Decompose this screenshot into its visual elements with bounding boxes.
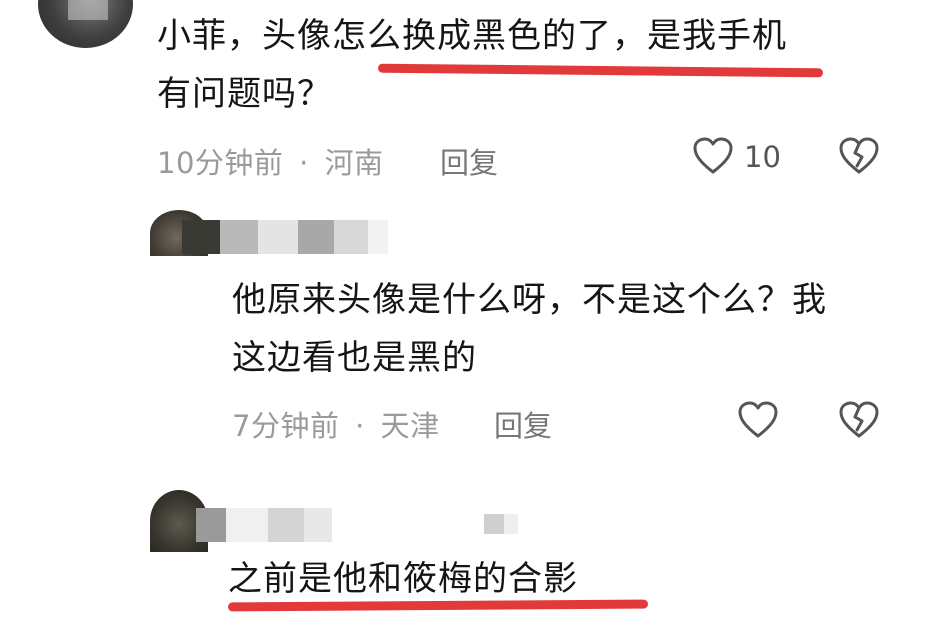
- comment-time: 7分钟前: [232, 409, 340, 443]
- comment-text-line: 之前是他和筱梅的合影: [228, 559, 578, 599]
- meta-separator: ·: [355, 409, 365, 443]
- comment-time: 10分钟前: [157, 146, 284, 180]
- broken-heart-icon[interactable]: [838, 136, 880, 176]
- heart-outline-icon[interactable]: [737, 400, 779, 440]
- comment-text-line: 这边看也是黑的: [232, 338, 477, 378]
- username-mosaic: [182, 220, 388, 254]
- comment-meta: 7分钟前 · 天津: [232, 403, 440, 445]
- heart-outline-icon[interactable]: [692, 136, 734, 176]
- comment-text-line: 有问题吗？: [157, 74, 332, 114]
- comment-text-line: 他原来头像是什么呀，不是这个么？我: [232, 280, 827, 320]
- username-mosaic: [484, 514, 518, 534]
- comment-text-line: 小菲，头像怎么换成黑色的了，是我手机: [157, 16, 787, 56]
- highlight-underline: [377, 63, 824, 78]
- highlight-underline: [227, 599, 649, 612]
- username-mosaic: [196, 508, 332, 542]
- avatar[interactable]: [38, 0, 133, 48]
- meta-separator: ·: [299, 146, 309, 180]
- comment-location: 天津: [380, 409, 440, 443]
- like-count: 10: [744, 140, 781, 174]
- reply-button[interactable]: 回复: [494, 403, 552, 445]
- comment-location: 河南: [324, 146, 384, 180]
- broken-heart-icon[interactable]: [838, 400, 880, 440]
- reply-button[interactable]: 回复: [440, 140, 498, 182]
- comment-meta: 10分钟前 · 河南: [157, 140, 384, 182]
